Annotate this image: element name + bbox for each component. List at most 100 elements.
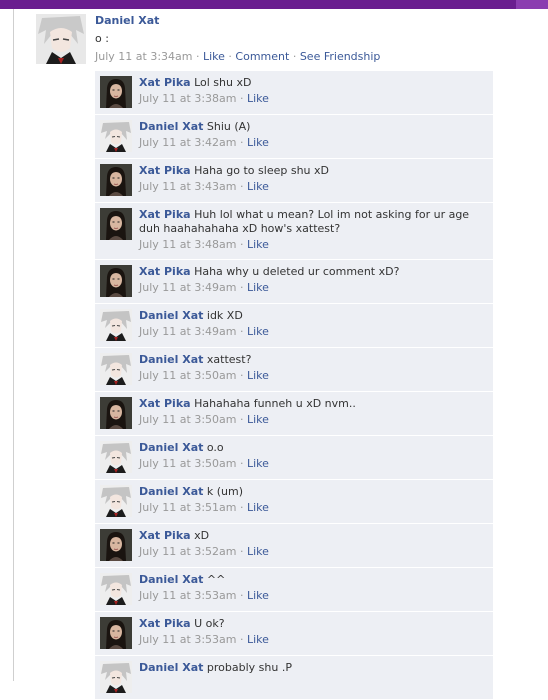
commenter-name[interactable]: Xat Pika [139,617,191,630]
comment-meta: July 11 at 3:43am · Like [139,180,487,194]
comment-like-link[interactable]: Like [247,238,269,251]
comment-line: Daniel Xat ^^ [139,573,487,587]
commenter-avatar[interactable] [100,617,132,649]
girl-avatar-icon [100,208,132,240]
comment-body: Daniel Xat Shiu (A) July 11 at 3:42am · L… [139,120,487,150]
comment-like-link[interactable]: Like [247,501,269,514]
post-time[interactable]: July 11 at 3:34am [95,50,192,63]
comment-meta: July 11 at 3:49am · Like [139,281,487,295]
comment-like-link[interactable]: Like [247,633,269,646]
comment-line: Daniel Xat k (um) [139,485,487,499]
comment-timestamp[interactable]: July 11 at 3:49am [139,325,236,338]
comment-line: Xat Pika xD [139,529,487,543]
girl-avatar-icon [100,529,132,561]
comment-like-link[interactable]: Like [247,413,269,426]
commenter-name[interactable]: Xat Pika [139,76,191,89]
comment-timestamp[interactable]: July 11 at 3:53am [139,633,236,646]
comment-item: Xat Pika Lol shu xD July 11 at 3:38am · L… [95,71,493,115]
post-author-avatar[interactable] [36,14,86,64]
comment-timestamp[interactable]: July 11 at 3:50am [139,369,236,382]
comment-meta: July 11 at 3:53am · Like [139,589,487,603]
commenter-avatar[interactable] [100,265,132,297]
commenter-name[interactable]: Daniel Xat [139,573,203,586]
comment-like-link[interactable]: Like [247,92,269,105]
commenter-avatar[interactable] [100,485,132,517]
commenter-avatar[interactable] [100,529,132,561]
post-text: o : [95,32,109,45]
commenter-name[interactable]: Xat Pika [139,529,191,542]
commenter-name[interactable]: Daniel Xat [139,120,203,133]
comment-text: Haha go to sleep shu xD [194,164,329,177]
commenter-name[interactable]: Daniel Xat [139,309,203,322]
meta-separator: · [239,92,244,105]
anime-boy-avatar-icon [100,441,132,473]
commenter-name[interactable]: Daniel Xat [139,353,203,366]
commenter-name[interactable]: Xat Pika [139,265,191,278]
commenter-avatar[interactable] [100,164,132,196]
comment-timestamp[interactable]: July 11 at 3:50am [139,413,236,426]
comment-meta: July 11 at 3:52am · Like [139,545,487,559]
comment-like-link[interactable]: Like [247,136,269,149]
post-like-link[interactable]: Like [203,50,225,63]
commenter-avatar[interactable] [100,441,132,473]
top-bar-tab[interactable] [516,0,548,9]
commenter-avatar[interactable] [100,120,132,152]
commenter-name[interactable]: Daniel Xat [139,661,203,674]
comment-like-link[interactable]: Like [247,457,269,470]
commenter-avatar[interactable] [100,76,132,108]
comment-body: Daniel Xat ^^ July 11 at 3:53am · Like [139,573,487,603]
comment-timestamp[interactable]: July 11 at 3:52am [139,545,236,558]
comment-line: Daniel Xat probably shu .P [139,661,487,675]
comment-timestamp[interactable]: July 11 at 3:50am [139,457,236,470]
comment-timestamp[interactable]: July 11 at 3:38am [139,92,236,105]
top-bar [0,0,548,9]
comment-item: Xat Pika Huh lol what u mean? Lol im not… [95,203,493,260]
comment-body: Daniel Xat idk XD July 11 at 3:49am · Lik… [139,309,487,339]
comment-like-link[interactable]: Like [247,180,269,193]
commenter-name[interactable]: Daniel Xat [139,441,203,454]
comment-like-link[interactable]: Like [247,281,269,294]
meta-separator: · [195,50,200,63]
commenter-avatar[interactable] [100,573,132,605]
commenter-avatar[interactable] [100,208,132,240]
comment-item: Daniel Xat idk XD July 11 at 3:49am · Lik… [95,304,493,348]
comment-like-link[interactable]: Like [247,325,269,338]
comment-item: Xat Pika Haha go to sleep shu xD July 11 … [95,159,493,203]
post-author-name[interactable]: Daniel Xat [95,14,159,27]
comment-text: probably shu .P [206,661,292,674]
comment-line: Daniel Xat Shiu (A) [139,120,487,134]
comment-timestamp[interactable]: July 11 at 3:49am [139,281,236,294]
comment-body: Daniel Xat k (um) July 11 at 3:51am · Lik… [139,485,487,515]
comment-timestamp[interactable]: July 11 at 3:53am [139,589,236,602]
comment-timestamp[interactable]: July 11 at 3:51am [139,501,236,514]
comment-timestamp[interactable]: July 11 at 3:48am [139,238,236,251]
commenter-avatar[interactable] [100,353,132,385]
comment-line: Xat Pika Huh lol what u mean? Lol im not… [139,208,487,236]
post-meta: July 11 at 3:34am · Like · Comment · See… [95,50,380,63]
meta-separator: · [239,136,244,149]
commenter-avatar[interactable] [100,309,132,341]
meta-separator: · [239,457,244,470]
comment-like-link[interactable]: Like [247,369,269,382]
commenter-name[interactable]: Xat Pika [139,208,191,221]
see-friendship-link[interactable]: See Friendship [300,50,381,63]
comment-list: Xat Pika Lol shu xD July 11 at 3:38am · L… [95,71,493,700]
comment-text: xattest? [206,353,252,366]
commenter-name[interactable]: Xat Pika [139,164,191,177]
commenter-avatar[interactable] [100,397,132,429]
comment-timestamp[interactable]: July 11 at 3:43am [139,180,236,193]
comment-like-link[interactable]: Like [247,589,269,602]
commenter-name[interactable]: Daniel Xat [139,485,203,498]
comment-item: Daniel Xat k (um) July 11 at 3:51am · Lik… [95,480,493,524]
anime-boy-avatar-icon [100,485,132,517]
girl-avatar-icon [100,265,132,297]
commenter-name[interactable]: Xat Pika [139,397,191,410]
comment-like-link[interactable]: Like [247,545,269,558]
meta-separator: · [239,238,244,251]
meta-separator: · [239,281,244,294]
post-comment-link[interactable]: Comment [235,50,289,63]
comment-meta: July 11 at 3:49am · Like [139,325,487,339]
comment-line: Xat Pika Hahahaha funneh u xD nvm.. [139,397,487,411]
commenter-avatar[interactable] [100,661,132,693]
comment-timestamp[interactable]: July 11 at 3:42am [139,136,236,149]
